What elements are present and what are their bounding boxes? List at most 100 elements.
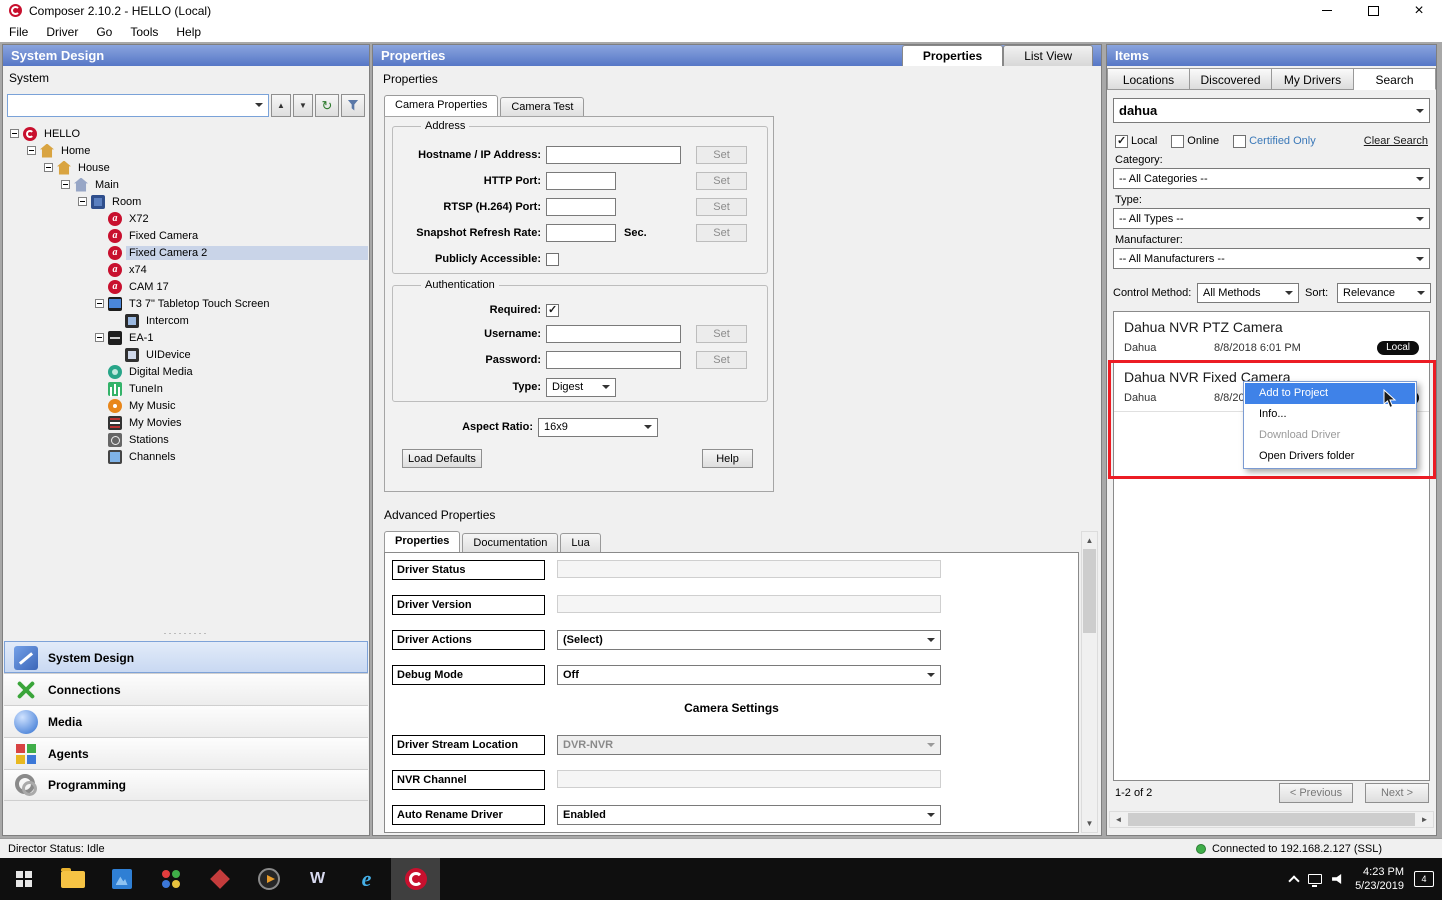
- tab-camera-properties[interactable]: Camera Properties: [384, 95, 498, 116]
- nav-system-design[interactable]: System Design: [4, 641, 368, 673]
- publicly-accessible-checkbox[interactable]: [546, 253, 559, 266]
- scroll-right-icon[interactable]: ►: [1416, 812, 1433, 827]
- collapse-icon[interactable]: [44, 163, 53, 172]
- snapshot-set-button[interactable]: Set: [696, 224, 747, 242]
- hostname-set-button[interactable]: Set: [696, 146, 747, 164]
- driver-search-input[interactable]: dahua: [1113, 98, 1430, 123]
- menu-file[interactable]: File: [0, 21, 37, 42]
- maximize-button[interactable]: [1350, 0, 1396, 21]
- taskbar-composer[interactable]: [391, 858, 440, 900]
- taskbar-red-diamond-app[interactable]: [195, 858, 244, 900]
- tree-item-channels[interactable]: Channels: [4, 448, 368, 465]
- username-set-button[interactable]: Set: [696, 325, 747, 343]
- menu-go[interactable]: Go: [87, 21, 121, 42]
- menu-add-to-project[interactable]: Add to Project: [1245, 383, 1415, 404]
- tab-adv-documentation[interactable]: Documentation: [462, 533, 558, 552]
- scroll-left-icon[interactable]: ◄: [1110, 812, 1127, 827]
- refresh-button[interactable]: ↻: [315, 94, 339, 117]
- certified-only-checkbox[interactable]: [1233, 135, 1246, 148]
- menu-download-driver[interactable]: Download Driver: [1245, 425, 1415, 446]
- tree-item-house[interactable]: House: [4, 159, 368, 176]
- minimize-button[interactable]: [1304, 0, 1350, 21]
- scroll-up-icon[interactable]: ▲: [1082, 532, 1097, 549]
- tree-item-home[interactable]: Home: [4, 142, 368, 159]
- tree-item-stations[interactable]: Stations: [4, 431, 368, 448]
- menu-info[interactable]: Info...: [1245, 404, 1415, 425]
- tree-item-hello[interactable]: HELLO: [4, 125, 368, 142]
- tree-item-digital-media[interactable]: Digital Media: [4, 363, 368, 380]
- system-search-input[interactable]: [7, 94, 269, 117]
- tree-item-t3-touchscreen[interactable]: T3 7" Tabletop Touch Screen: [4, 295, 368, 312]
- collapse-icon[interactable]: [95, 333, 104, 342]
- notifications-icon[interactable]: 4: [1414, 871, 1434, 887]
- tab-adv-properties[interactable]: Properties: [384, 531, 460, 552]
- username-input[interactable]: [546, 325, 681, 343]
- advanced-scrollbar[interactable]: ▲ ▼: [1081, 531, 1098, 833]
- nav-agents[interactable]: Agents: [4, 737, 368, 769]
- taskbar-clock[interactable]: 4:23 PM 5/23/2019: [1355, 865, 1404, 893]
- taskbar-media-player[interactable]: [244, 858, 293, 900]
- start-button[interactable]: [0, 858, 48, 900]
- sort-select[interactable]: Relevance: [1337, 283, 1431, 303]
- clear-search-link[interactable]: Clear Search: [1364, 135, 1428, 147]
- search-up-button[interactable]: ▲: [271, 94, 291, 117]
- network-icon[interactable]: [1308, 874, 1322, 884]
- tree-item-tunein[interactable]: TuneIn: [4, 380, 368, 397]
- search-down-button[interactable]: ▼: [293, 94, 313, 117]
- http-port-input[interactable]: [546, 172, 616, 190]
- tab-properties-view[interactable]: Properties: [902, 45, 1003, 66]
- nav-programming[interactable]: Programming: [4, 769, 368, 801]
- help-button[interactable]: Help: [702, 449, 753, 468]
- load-defaults-button[interactable]: Load Defaults: [402, 449, 482, 468]
- nav-connections[interactable]: Connections: [4, 673, 368, 705]
- next-button[interactable]: Next >: [1365, 783, 1429, 803]
- tab-camera-test[interactable]: Camera Test: [500, 97, 584, 116]
- http-port-set-button[interactable]: Set: [696, 172, 747, 190]
- hidden-icons-chevron-icon[interactable]: [1288, 875, 1299, 886]
- manufacturer-select[interactable]: -- All Manufacturers --: [1113, 248, 1430, 269]
- tab-adv-lua[interactable]: Lua: [560, 533, 600, 552]
- tab-my-drivers[interactable]: My Drivers: [1272, 68, 1354, 90]
- volume-icon[interactable]: [1332, 873, 1345, 885]
- result-dahua-nvr-ptz-camera[interactable]: Dahua NVR PTZ Camera Dahua 8/8/2018 6:01…: [1114, 312, 1429, 362]
- taskbar-photos[interactable]: [97, 858, 146, 900]
- nav-media[interactable]: Media: [4, 705, 368, 737]
- scrollbar-thumb[interactable]: [1128, 813, 1415, 826]
- collapse-icon[interactable]: [61, 180, 70, 189]
- rtsp-port-input[interactable]: [546, 198, 616, 216]
- menu-driver[interactable]: Driver: [37, 21, 87, 42]
- collapse-icon[interactable]: [78, 197, 87, 206]
- tree-item-intercom[interactable]: Intercom: [4, 312, 368, 329]
- scrollbar-thumb[interactable]: [1083, 549, 1096, 633]
- splitter-handle[interactable]: ·········: [3, 629, 369, 639]
- filter-button[interactable]: [341, 94, 365, 117]
- rtsp-port-set-button[interactable]: Set: [696, 198, 747, 216]
- taskbar-app-grid[interactable]: [146, 858, 195, 900]
- menu-open-drivers-folder[interactable]: Open Drivers folder: [1245, 446, 1415, 467]
- password-input[interactable]: [546, 351, 681, 369]
- control-method-select[interactable]: All Methods: [1197, 283, 1299, 303]
- tab-search[interactable]: Search: [1354, 68, 1436, 90]
- aspect-ratio-select[interactable]: 16x9: [538, 418, 658, 437]
- taskbar-file-explorer[interactable]: [48, 858, 97, 900]
- driver-actions-select[interactable]: (Select): [557, 630, 941, 650]
- scroll-down-icon[interactable]: ▼: [1082, 815, 1097, 832]
- tree-item-cam-17[interactable]: CAM 17: [4, 278, 368, 295]
- tree-item-main[interactable]: Main: [4, 176, 368, 193]
- category-select[interactable]: -- All Categories --: [1113, 168, 1430, 189]
- tab-list-view[interactable]: List View: [1003, 45, 1093, 66]
- collapse-icon[interactable]: [10, 129, 19, 138]
- tree-item-room[interactable]: Room: [4, 193, 368, 210]
- auth-required-checkbox[interactable]: [546, 304, 559, 317]
- tree-item-my-music[interactable]: My Music: [4, 397, 368, 414]
- auth-type-select[interactable]: Digest: [546, 378, 616, 397]
- auto-rename-select[interactable]: Enabled: [557, 805, 941, 825]
- taskbar-internet-explorer[interactable]: e: [342, 858, 391, 900]
- taskbar-wordpad[interactable]: W: [293, 858, 342, 900]
- collapse-icon[interactable]: [27, 146, 36, 155]
- online-checkbox[interactable]: [1171, 135, 1184, 148]
- type-select[interactable]: -- All Types --: [1113, 208, 1430, 229]
- tree-item-x72[interactable]: X72: [4, 210, 368, 227]
- tree-item-x74[interactable]: x74: [4, 261, 368, 278]
- menu-tools[interactable]: Tools: [121, 21, 167, 42]
